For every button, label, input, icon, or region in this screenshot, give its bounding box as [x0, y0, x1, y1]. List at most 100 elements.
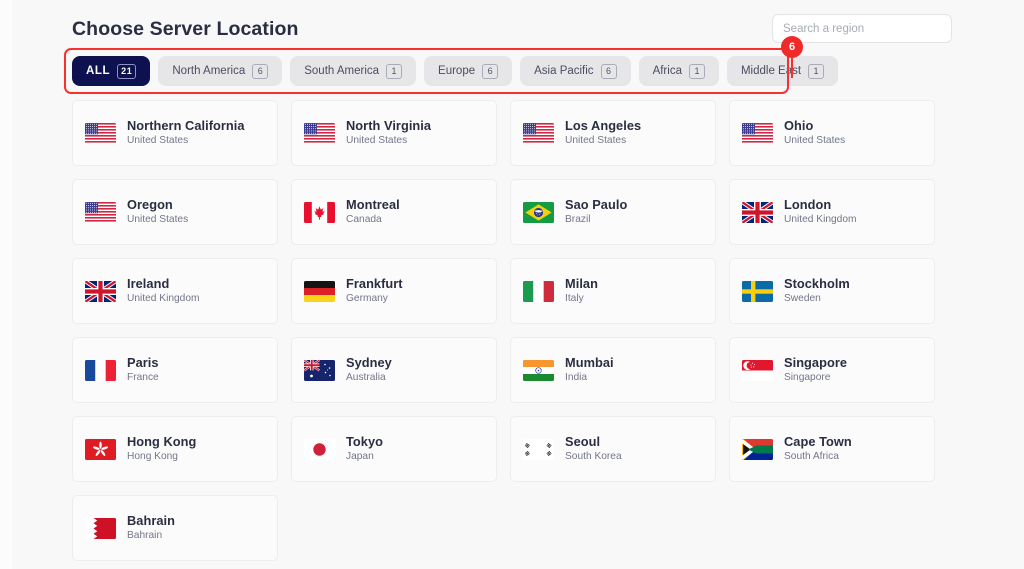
- location-city: Los Angeles: [565, 117, 642, 133]
- it-flag: [523, 280, 554, 302]
- location-card-text: Montreal Canada: [346, 196, 400, 226]
- location-country: United States: [346, 135, 408, 147]
- location-country: Sweden: [784, 293, 821, 305]
- location-card[interactable]: Ireland United Kingdom: [72, 258, 278, 324]
- us-flag: [742, 122, 773, 144]
- location-city: Cape Town: [784, 433, 852, 449]
- location-card-text: Oregon United States: [127, 196, 189, 226]
- location-card[interactable]: Sydney Australia: [291, 337, 497, 403]
- location-city: Paris: [127, 354, 159, 370]
- filter-tab-south-america[interactable]: South America 1: [290, 56, 417, 86]
- filter-tab-count: 6: [482, 63, 499, 79]
- filter-tab-label: Europe: [438, 65, 476, 77]
- location-card[interactable]: Los Angeles United States: [510, 100, 716, 166]
- location-card-text: North Virginia United States: [346, 118, 431, 147]
- location-city: Sao Paulo: [565, 196, 628, 212]
- location-country: United States: [565, 135, 627, 147]
- hk-flag: [85, 438, 116, 460]
- location-card[interactable]: Northern California United States: [72, 100, 278, 166]
- filter-tab-count: 21: [117, 63, 137, 79]
- location-card[interactable]: London United Kingdom: [729, 179, 935, 245]
- filter-tab-africa[interactable]: Africa 1: [638, 56, 719, 86]
- location-city: Montreal: [346, 196, 400, 212]
- location-city: Stockholm: [784, 275, 850, 291]
- filter-tab-label: ALL: [86, 65, 111, 77]
- location-country: Canada: [346, 214, 382, 226]
- location-card-text: Frankfurt Germany: [346, 275, 403, 305]
- location-card-text: Tokyo Japan: [346, 433, 383, 463]
- location-city: Oregon: [127, 196, 173, 212]
- location-card[interactable]: Mumbai India: [510, 337, 716, 403]
- location-card[interactable]: Stockholm Sweden: [729, 258, 935, 324]
- in-flag: [523, 359, 554, 381]
- location-card[interactable]: Tokyo Japan: [291, 416, 497, 482]
- au-flag: [304, 359, 335, 381]
- location-card-text: Singapore Singapore: [784, 354, 848, 384]
- location-card-text: London United Kingdom: [784, 197, 857, 226]
- location-country: United States: [127, 214, 189, 226]
- filter-tab-count: 6: [252, 63, 269, 79]
- location-card[interactable]: Oregon United States: [72, 179, 278, 245]
- location-city: Milan: [565, 275, 598, 291]
- kr-flag: [523, 438, 554, 460]
- location-city: Frankfurt: [346, 275, 403, 291]
- location-card[interactable]: Bahrain Bahrain: [72, 495, 278, 561]
- location-card[interactable]: North Virginia United States: [291, 100, 497, 166]
- filter-tab-asia-pacific[interactable]: Asia Pacific 6: [520, 56, 631, 86]
- location-country: Hong Kong: [127, 451, 178, 463]
- left-gutter: [0, 0, 12, 569]
- location-card-text: Hong Kong Hong Kong: [127, 433, 197, 463]
- jp-flag: [304, 438, 335, 460]
- annotation-step-badge: 6: [781, 36, 803, 58]
- location-card-text: Sydney Australia: [346, 355, 392, 384]
- location-city: Hong Kong: [127, 433, 197, 449]
- location-card[interactable]: Ohio United States: [729, 100, 935, 166]
- location-card[interactable]: Cape Town South Africa: [729, 416, 935, 482]
- filter-tab-all[interactable]: ALL 21: [72, 56, 151, 86]
- location-card[interactable]: Seoul South Korea: [510, 416, 716, 482]
- location-card-text: Milan Italy: [565, 275, 598, 305]
- ca-flag: [304, 201, 335, 223]
- filter-tab-label: Asia Pacific: [534, 65, 594, 77]
- filter-tab-count: 1: [386, 63, 403, 79]
- location-country: France: [127, 372, 159, 384]
- location-country: United Kingdom: [784, 214, 857, 226]
- location-card[interactable]: Sao Paulo Brazil: [510, 179, 716, 245]
- location-city: Tokyo: [346, 433, 383, 449]
- us-flag: [523, 122, 554, 144]
- location-card[interactable]: Montreal Canada: [291, 179, 497, 245]
- location-card-text: Stockholm Sweden: [784, 275, 850, 305]
- location-card[interactable]: Hong Kong Hong Kong: [72, 416, 278, 482]
- location-country: United States: [784, 135, 846, 147]
- location-city: Singapore: [784, 354, 848, 370]
- location-card[interactable]: Frankfurt Germany: [291, 258, 497, 324]
- location-country: South Africa: [784, 451, 839, 463]
- server-location-page: Choose Server Location ALL 21 North Americ…: [0, 0, 1024, 569]
- location-card[interactable]: Singapore Singapore: [729, 337, 935, 403]
- us-flag: [85, 201, 116, 223]
- gb-flag: [742, 201, 773, 223]
- location-country: Brazil: [565, 214, 591, 226]
- us-flag: [85, 122, 116, 144]
- filter-tab-label: Africa: [652, 65, 682, 77]
- location-city: Ohio: [784, 117, 814, 133]
- fr-flag: [85, 359, 116, 381]
- location-country: United States: [127, 135, 189, 147]
- location-city: Mumbai: [565, 354, 614, 370]
- gb-flag: [85, 280, 116, 302]
- filter-tab-count: 6: [600, 63, 617, 79]
- location-card[interactable]: Paris France: [72, 337, 278, 403]
- location-card[interactable]: Milan Italy: [510, 258, 716, 324]
- location-card-text: Paris France: [127, 354, 159, 384]
- filter-tab-europe[interactable]: Europe 6: [424, 56, 513, 86]
- filter-tab-north-america[interactable]: North America 6: [158, 56, 283, 86]
- location-card-text: Northern California United States: [127, 118, 245, 147]
- location-card-text: Ireland United Kingdom: [127, 276, 200, 305]
- filter-tab-count: 1: [808, 63, 825, 79]
- location-card-text: Seoul South Korea: [565, 434, 622, 463]
- filter-tab-label: North America: [172, 65, 246, 77]
- filter-tab-label: South America: [304, 65, 380, 77]
- location-country: Japan: [346, 451, 374, 463]
- location-card-text: Mumbai India: [565, 354, 614, 384]
- filter-tab-middle-east[interactable]: Middle East 1: [726, 56, 839, 86]
